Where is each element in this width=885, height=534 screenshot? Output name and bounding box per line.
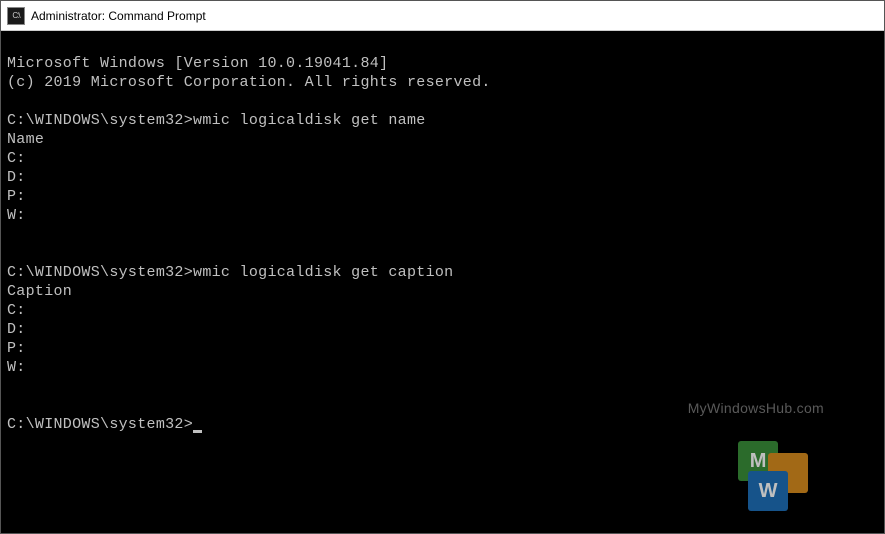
cursor (193, 430, 202, 433)
cmd-icon: C:\ (7, 7, 25, 25)
window-title: Administrator: Command Prompt (31, 9, 206, 23)
command-input: wmic logicaldisk get name (193, 112, 426, 129)
watermark-text: MyWindowsHub.com (688, 399, 824, 418)
version-text: Microsoft Windows [Version 10.0.19041.84… (7, 55, 388, 72)
output-row: P: (7, 188, 26, 205)
titlebar[interactable]: C:\ Administrator: Command Prompt (1, 1, 884, 31)
output-row: W: (7, 207, 26, 224)
output-row: W: (7, 359, 26, 376)
output-row: D: (7, 321, 26, 338)
output-header: Name (7, 131, 44, 148)
terminal-area[interactable]: Microsoft Windows [Version 10.0.19041.84… (1, 31, 884, 533)
command-input: wmic logicaldisk get caption (193, 264, 453, 281)
logo-square-orange (768, 453, 808, 493)
watermark: MyWindowsHub.com M W (688, 361, 824, 533)
cmd-window: C:\ Administrator: Command Prompt Micros… (0, 0, 885, 534)
logo-square-blue: W (748, 471, 788, 511)
output-row: C: (7, 302, 26, 319)
copyright-text: (c) 2019 Microsoft Corporation. All righ… (7, 74, 491, 91)
output-header: Caption (7, 283, 72, 300)
output-row: P: (7, 340, 26, 357)
logo-square-green: M (738, 441, 778, 481)
output-row: D: (7, 169, 26, 186)
prompt: C:\WINDOWS\system32> (7, 264, 193, 281)
prompt: C:\WINDOWS\system32> (7, 112, 193, 129)
prompt: C:\WINDOWS\system32> (7, 416, 193, 433)
output-row: C: (7, 150, 26, 167)
watermark-logo-icon: M W (734, 441, 804, 511)
